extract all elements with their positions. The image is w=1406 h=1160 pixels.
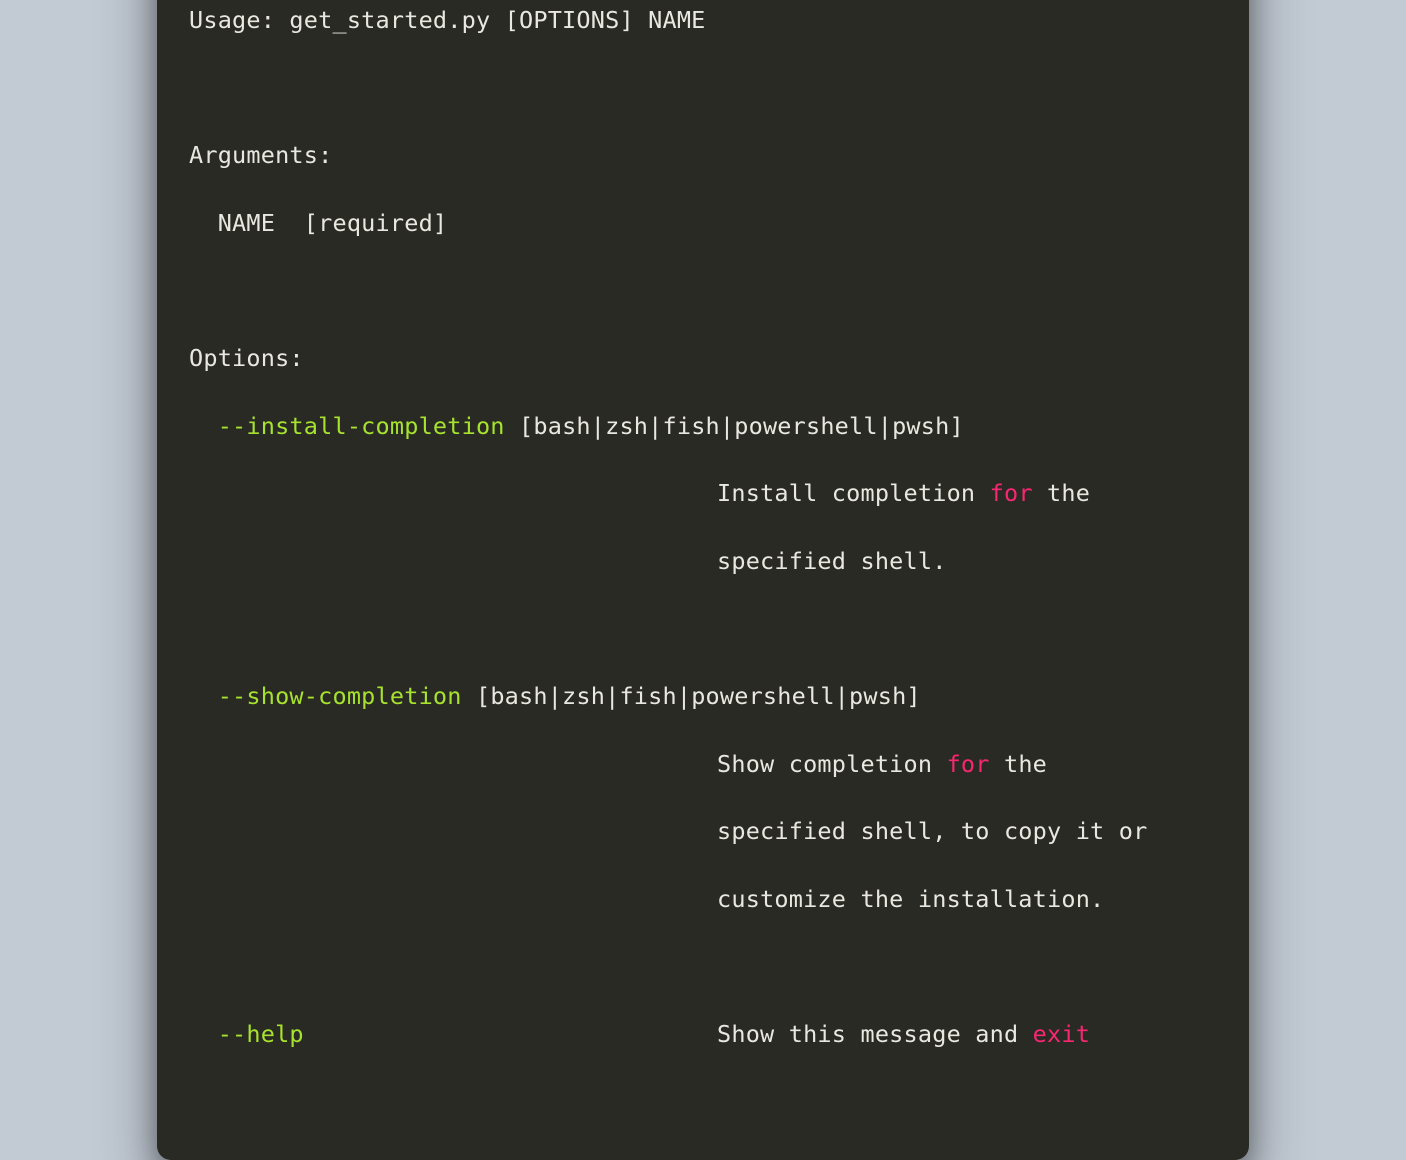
option-help: --helpShow this message and exit — [189, 1018, 1217, 1052]
show-desc-line3: customize the installation. — [189, 883, 1217, 917]
install-completion-params: [bash|zsh|fish|powershell|pwsh] — [505, 412, 964, 440]
terminal-output: $ python get_started.py --help Usage: ge… — [189, 0, 1217, 1120]
show-completion-flag: --show-completion — [189, 682, 462, 710]
show-completion-params: [bash|zsh|fish|powershell|pwsh] — [462, 682, 921, 710]
for-keyword: for — [947, 750, 990, 778]
options-header: Options: — [189, 342, 1217, 376]
help-flag: --help — [189, 1018, 717, 1052]
argument-name: NAME [required] — [189, 207, 1217, 241]
option-show-completion: --show-completion [bash|zsh|fish|powersh… — [189, 680, 1217, 714]
install-desc-line2: specified shell. — [189, 545, 1217, 579]
show-desc-line2: specified shell, to copy it or — [189, 815, 1217, 849]
arguments-header: Arguments: — [189, 139, 1217, 173]
install-desc-line1: Install completion for the — [189, 477, 1217, 511]
option-install-completion: --install-completion [bash|zsh|fish|powe… — [189, 410, 1217, 444]
usage-line: Usage: get_started.py [OPTIONS] NAME — [189, 4, 1217, 38]
install-completion-flag: --install-completion — [189, 412, 505, 440]
exit-keyword: exit — [1033, 1020, 1090, 1048]
show-desc-line1: Show completion for the — [189, 748, 1217, 782]
terminal-window: $ python get_started.py --help Usage: ge… — [157, 0, 1249, 1160]
for-keyword: for — [990, 479, 1033, 507]
